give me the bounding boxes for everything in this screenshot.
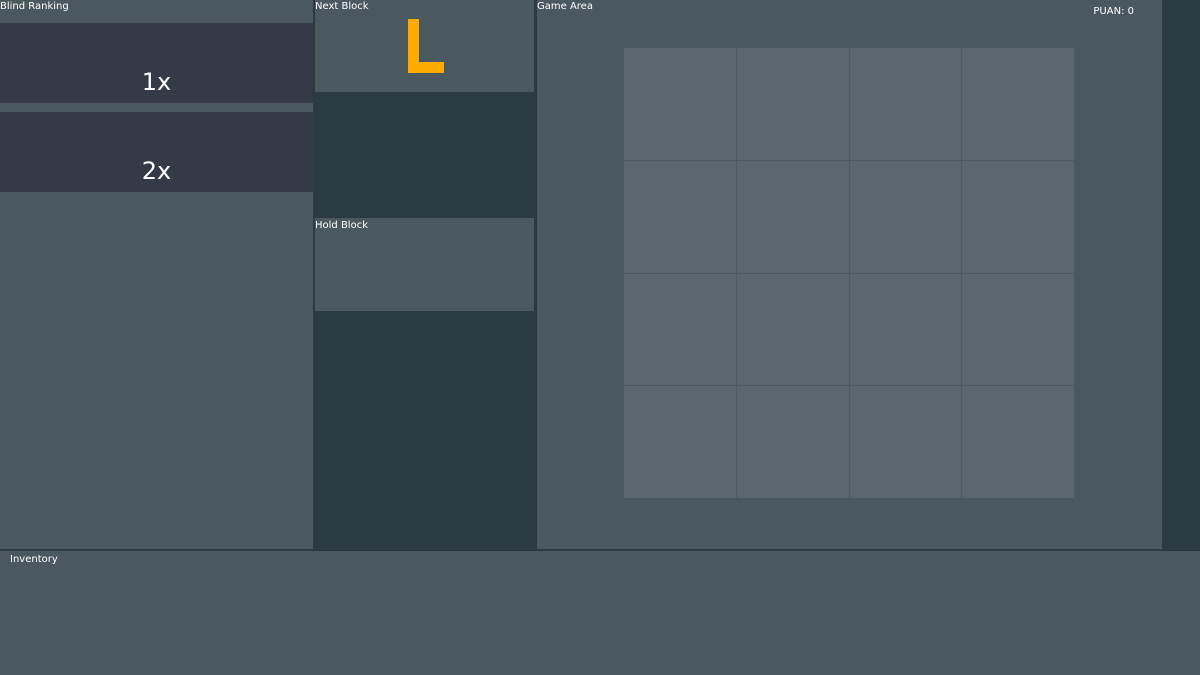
board-cell[interactable]: [736, 160, 849, 273]
game-screen: Blind Ranking 1x 2x Next Block Hold Bloc…: [0, 0, 1200, 675]
inventory-title: Inventory: [10, 554, 58, 565]
board-cell[interactable]: [624, 273, 736, 386]
board-cell[interactable]: [736, 273, 849, 386]
board-cell[interactable]: [962, 386, 1074, 498]
next-piece-l-icon: [408, 19, 444, 73]
game-area-panel: Game Area PUAN: 0: [537, 0, 1162, 549]
hold-block-panel[interactable]: Hold Block: [315, 218, 534, 311]
score-display: PUAN: 0: [1093, 6, 1134, 17]
right-gutter: [1162, 0, 1200, 549]
rank-item-label: 2x: [141, 157, 172, 185]
game-area-title: Game Area: [537, 1, 593, 12]
board-cell[interactable]: [624, 386, 736, 498]
board-cell[interactable]: [849, 160, 962, 273]
board-cell[interactable]: [736, 48, 849, 160]
game-board[interactable]: [624, 48, 1074, 498]
inventory-panel: Inventory: [0, 551, 1200, 675]
board-cell[interactable]: [736, 386, 849, 498]
board-cell[interactable]: [962, 273, 1074, 386]
blind-ranking-panel: Blind Ranking 1x 2x: [0, 0, 313, 549]
next-block-title: Next Block: [315, 1, 369, 12]
board-cell[interactable]: [624, 160, 736, 273]
board-cell[interactable]: [849, 386, 962, 498]
next-block-panel: Next Block: [315, 0, 534, 92]
rank-item-1x[interactable]: 1x: [0, 23, 313, 103]
board-cell[interactable]: [849, 48, 962, 160]
board-cell[interactable]: [849, 273, 962, 386]
hold-block-title: Hold Block: [315, 220, 368, 231]
board-cell[interactable]: [962, 160, 1074, 273]
board-cell[interactable]: [962, 48, 1074, 160]
rank-item-label: 1x: [141, 68, 172, 96]
board-cell[interactable]: [624, 48, 736, 160]
rank-item-2x[interactable]: 2x: [0, 112, 313, 192]
blind-ranking-title: Blind Ranking: [0, 1, 69, 12]
side-column: Next Block Hold Block: [313, 0, 536, 549]
